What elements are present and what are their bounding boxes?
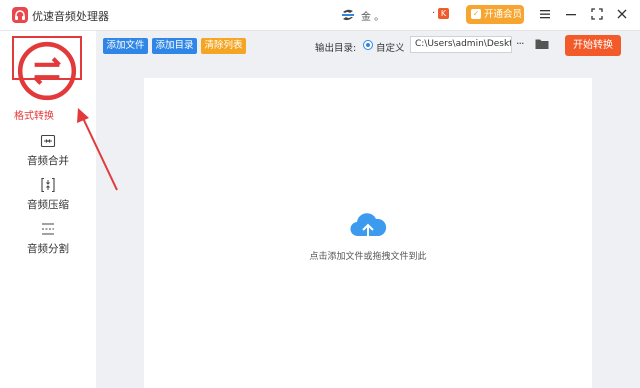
app-title: 优速音频处理器: [32, 10, 109, 23]
sidebar-item-label: 音频压缩: [27, 199, 69, 211]
vip-icon: ✓: [471, 9, 481, 19]
audio-merge-icon: [40, 134, 56, 148]
more-options-button[interactable]: ···: [516, 37, 524, 50]
clear-list-button[interactable]: 清除列表: [201, 38, 246, 54]
close-icon[interactable]: [614, 6, 630, 22]
user-separator: ·: [432, 8, 436, 19]
sidebar-item-format-convert[interactable]: 格式转换: [12, 36, 82, 122]
custom-radio-label[interactable]: 自定义: [376, 40, 405, 54]
sidebar-item-audio-merge[interactable]: 音频合并: [0, 129, 96, 173]
user-level-badge: K: [438, 8, 449, 19]
output-dir-label: 输出目录:: [315, 43, 357, 54]
sidebar-item-audio-compress[interactable]: 音频压缩: [0, 173, 96, 217]
drop-hint-text: 点击添加文件或拖拽文件到此: [309, 252, 427, 262]
custom-radio[interactable]: [363, 40, 373, 50]
format-convert-icon: [17, 41, 77, 101]
title-bar: 优速音频处理器 金 。 · K ✓ 开通会员: [0, 0, 640, 31]
add-folder-button[interactable]: 添加目录: [152, 38, 197, 54]
audio-compress-icon: [41, 177, 55, 193]
sidebar-item-label: 音频合并: [27, 155, 69, 167]
folder-icon[interactable]: [535, 38, 549, 50]
add-file-button[interactable]: 添加文件: [103, 38, 148, 54]
audio-split-icon: [42, 223, 54, 235]
menu-icon[interactable]: [537, 6, 553, 22]
sidebar-item-label: 音频分割: [27, 243, 69, 255]
user-name[interactable]: 金 。: [361, 8, 384, 23]
start-convert-button[interactable]: 开始转换: [565, 35, 621, 56]
vip-button[interactable]: ✓ 开通会员: [466, 5, 524, 24]
vip-label: 开通会员: [484, 9, 523, 20]
sidebar-item-label: 格式转换: [14, 111, 54, 122]
user-logo-icon: [342, 9, 354, 21]
app-logo-icon: [12, 7, 28, 23]
sidebar-item-audio-split[interactable]: 音频分割: [0, 217, 96, 261]
cloud-upload-icon[interactable]: [348, 210, 388, 242]
minimize-icon[interactable]: [563, 6, 579, 22]
file-drop-area[interactable]: 点击添加文件或拖拽文件到此: [144, 78, 592, 388]
output-path-field[interactable]: C:\Users\admin\Desktop: [410, 36, 512, 53]
maximize-icon[interactable]: [589, 6, 605, 22]
